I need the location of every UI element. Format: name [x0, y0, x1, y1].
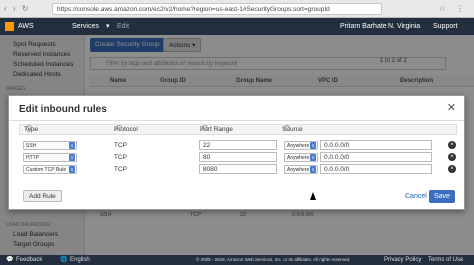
browser-chrome: ‹ › ↻ https://console.aws.amazon.com/ec2… [0, 0, 474, 18]
source-cidr-input[interactable]: 0.0.0.0/0 [320, 140, 432, 150]
info-icon[interactable]: i [284, 125, 290, 131]
close-icon[interactable]: ✕ [447, 101, 456, 114]
type-select[interactable]: SSH ⇕ [23, 141, 77, 150]
edit-inbound-rules-dialog: Edit inbound rules ✕ Type i Protocol i Por… [8, 95, 465, 210]
rule-row: Custom TCP Rule ⇕ TCP 8080 Anywhere ⇕ 0.0.… [19, 164, 457, 174]
protocol-value: TCP [114, 166, 127, 173]
type-select[interactable]: Custom TCP Rule ⇕ [23, 165, 77, 174]
source-select[interactable]: Anywhere ⇕ [284, 165, 318, 174]
source-cidr-input[interactable]: 0.0.0.0/0 [320, 152, 432, 162]
browser-nav-icons[interactable]: ‹ › ↻ [4, 4, 30, 13]
aws-logo-icon[interactable] [5, 22, 14, 31]
source-cidr-input[interactable]: 0.0.0.0/0 [320, 164, 432, 174]
protocol-value: TCP [114, 142, 127, 149]
terms-of-use-link[interactable]: Terms of Use [428, 255, 463, 265]
rule-row: HTTP ⇕ TCP 80 Anywhere ⇕ 0.0.0.0/0 × [19, 152, 457, 162]
delete-rule-icon[interactable]: × [448, 153, 456, 161]
edit-menu[interactable]: Edit [117, 18, 129, 35]
select-arrow-icon: ⇕ [310, 142, 316, 149]
info-icon[interactable]: i [26, 125, 32, 131]
protocol-value: TCP [114, 154, 127, 161]
info-icon[interactable]: i [116, 125, 122, 131]
support-menu[interactable]: Support [433, 18, 458, 35]
port-range-input[interactable]: 22 [199, 140, 277, 150]
source-select[interactable]: Anywhere ⇕ [284, 153, 318, 162]
info-icon[interactable]: i [202, 125, 208, 131]
select-arrow-icon: ⇕ [69, 154, 75, 161]
add-rule-button[interactable]: Add Rule [23, 190, 62, 202]
feedback-link[interactable]: Feedback [16, 255, 42, 265]
rules-table-header: Type i Protocol i Port Range i Source i [19, 124, 457, 135]
services-menu[interactable]: Services [72, 18, 99, 35]
console-footer: 💬 Feedback 🌐 English © 2008 - 2018, Amaz… [0, 255, 474, 265]
delete-rule-icon[interactable]: × [448, 141, 456, 149]
address-bar[interactable]: https://console.aws.amazon.com/ec2/v2/ho… [52, 3, 382, 15]
source-select[interactable]: Anywhere ⇕ [284, 141, 318, 150]
aws-top-nav: AWS Services ▾ Edit Pritam Barhate N. Vi… [0, 18, 474, 35]
language-selector[interactable]: English [70, 255, 90, 265]
select-arrow-icon: ⇕ [69, 142, 75, 149]
select-arrow-icon: ⇕ [310, 166, 316, 173]
aws-brand[interactable]: AWS [18, 18, 34, 35]
divider [9, 120, 464, 121]
mouse-cursor-icon [310, 192, 316, 200]
feedback-icon: 💬 [6, 257, 14, 263]
services-caret-icon[interactable]: ▾ [106, 18, 110, 35]
rule-row: SSH ⇕ TCP 22 Anywhere ⇕ 0.0.0.0/0 × [19, 140, 457, 150]
globe-icon: 🌐 [60, 257, 68, 263]
cancel-button[interactable]: Cancel [405, 193, 427, 200]
port-range-input[interactable]: 80 [199, 152, 277, 162]
delete-rule-icon[interactable]: × [448, 165, 456, 173]
region-menu[interactable]: N. Virginia [388, 18, 420, 35]
user-menu[interactable]: Pritam Barhate [340, 18, 387, 35]
select-arrow-icon: ⇕ [310, 154, 316, 161]
save-button[interactable]: Save [429, 190, 455, 203]
select-arrow-icon: ⇕ [69, 166, 75, 173]
type-select[interactable]: HTTP ⇕ [23, 153, 77, 162]
browser-menu-icons[interactable]: ☆ ⋮ [439, 4, 468, 13]
dialog-title: Edit inbound rules [19, 104, 107, 115]
privacy-policy-link[interactable]: Privacy Policy [384, 255, 421, 265]
copyright-text: © 2008 - 2018, Amazon Web Services, Inc.… [196, 257, 351, 262]
port-range-input[interactable]: 8080 [199, 164, 277, 174]
